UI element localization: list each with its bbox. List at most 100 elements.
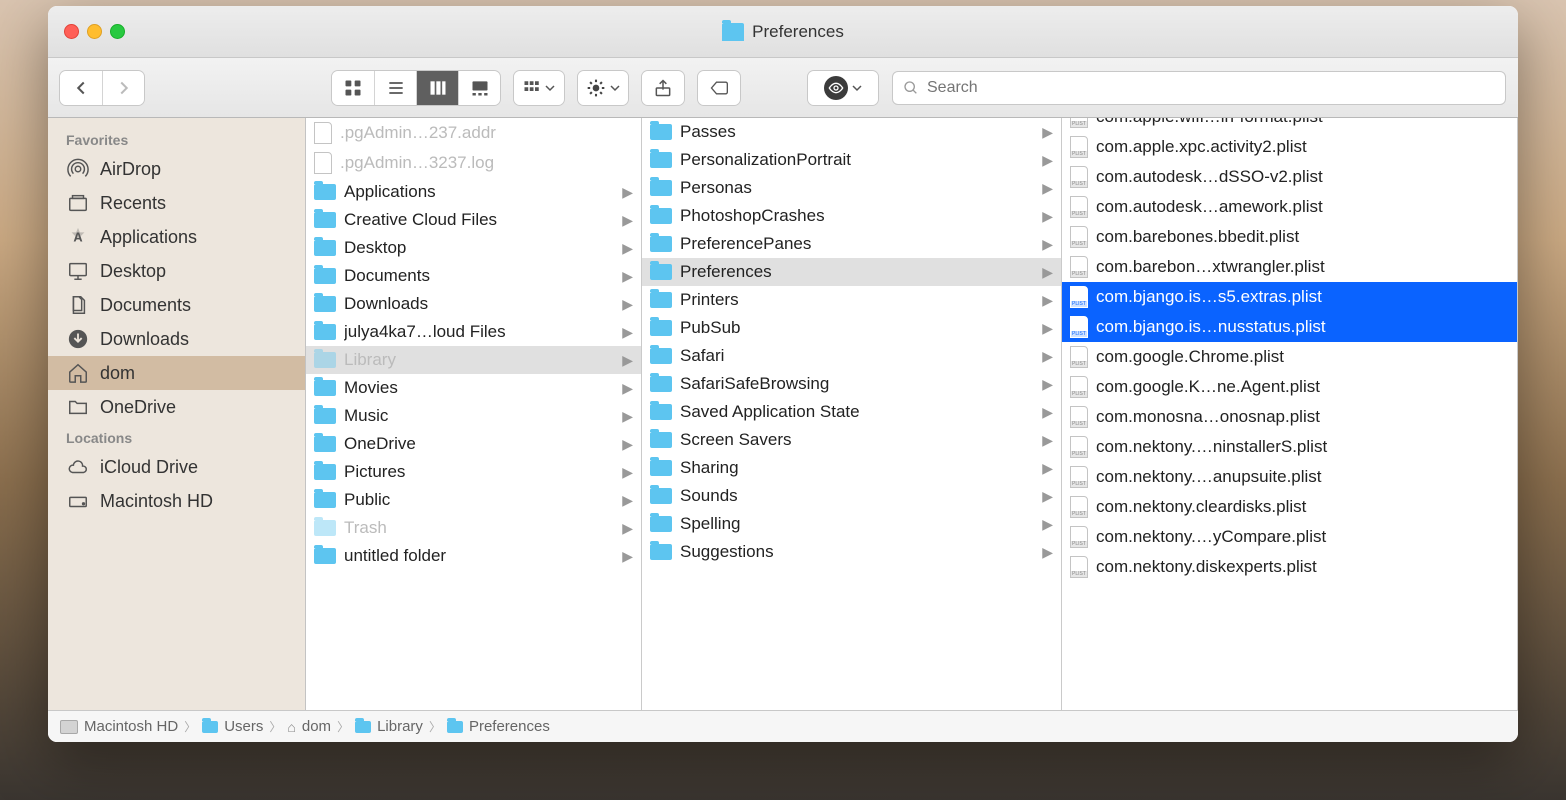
chevron-right-icon: ▶ (622, 184, 633, 201)
folder-row[interactable]: Downloads▶ (306, 290, 641, 318)
column-view-button[interactable] (416, 71, 458, 105)
folder-row[interactable]: Sounds▶ (642, 482, 1061, 510)
chevron-right-icon: ▶ (622, 380, 633, 397)
folder-row[interactable]: Library▶ (306, 346, 641, 374)
folder-row[interactable]: Spelling▶ (642, 510, 1061, 538)
file-icon (314, 152, 332, 174)
folder-row[interactable]: Suggestions▶ (642, 538, 1061, 566)
sidebar-item-applications[interactable]: AApplications (48, 220, 305, 254)
maximize-button[interactable] (110, 24, 125, 39)
folder-row[interactable]: Safari▶ (642, 342, 1061, 370)
sidebar-item-documents[interactable]: Documents (48, 288, 305, 322)
file-row[interactable]: com.google.K…ne.Agent.plist (1062, 372, 1517, 402)
path-crumb[interactable]: Macintosh HD (60, 718, 178, 735)
plist-file-icon (1070, 196, 1088, 218)
folder-row[interactable]: Desktop▶ (306, 234, 641, 262)
forward-button[interactable] (102, 71, 144, 105)
row-label: Documents (344, 266, 614, 286)
folder-row[interactable]: Personas▶ (642, 174, 1061, 202)
folder-row[interactable]: Applications▶ (306, 178, 641, 206)
file-row[interactable]: com.bjango.is…s5.extras.plist (1062, 282, 1517, 312)
gallery-view-button[interactable] (458, 71, 500, 105)
chevron-right-icon: ▶ (1042, 516, 1053, 533)
folder-icon (650, 432, 672, 448)
folder-row[interactable]: PreferencePanes▶ (642, 230, 1061, 258)
chevron-right-icon: ▶ (1042, 348, 1053, 365)
path-crumb[interactable]: Preferences (447, 718, 550, 735)
row-label: com.monosna…onosnap.plist (1096, 407, 1509, 427)
folder-icon (66, 395, 90, 419)
share-button[interactable] (642, 71, 684, 105)
file-row[interactable]: com.monosna…onosnap.plist (1062, 402, 1517, 432)
path-crumb[interactable]: Users (202, 718, 263, 735)
icon-view-button[interactable] (332, 71, 374, 105)
row-label: Desktop (344, 238, 614, 258)
file-row[interactable]: com.nektony.cleardisks.plist (1062, 492, 1517, 522)
file-row[interactable]: com.barebon…xtwrangler.plist (1062, 252, 1517, 282)
folder-row[interactable]: Saved Application State▶ (642, 398, 1061, 426)
action-button[interactable] (578, 71, 628, 105)
sidebar-item-desktop[interactable]: Desktop (48, 254, 305, 288)
file-row[interactable]: com.nektony.…anupsuite.plist (1062, 462, 1517, 492)
list-view-button[interactable] (374, 71, 416, 105)
plist-file-icon (1070, 526, 1088, 548)
search-field[interactable] (892, 71, 1506, 105)
file-row[interactable]: com.autodesk…dSSO-v2.plist (1062, 162, 1517, 192)
file-row[interactable]: com.nektony.diskexperts.plist (1062, 552, 1517, 582)
folder-row[interactable]: Documents▶ (306, 262, 641, 290)
folder-icon (650, 516, 672, 532)
file-row[interactable]: com.autodesk…amework.plist (1062, 192, 1517, 222)
sidebar-item-recents[interactable]: Recents (48, 186, 305, 220)
folder-row[interactable]: Preferences▶ (642, 258, 1061, 286)
folder-row[interactable]: Public▶ (306, 486, 641, 514)
file-row[interactable]: .pgAdmin…237.addr (306, 118, 641, 148)
back-button[interactable] (60, 71, 102, 105)
folder-row[interactable]: julya4ka7…loud Files▶ (306, 318, 641, 346)
sidebar-item-onedrive[interactable]: OneDrive (48, 390, 305, 424)
chevron-right-icon: ▶ (622, 492, 633, 509)
file-row[interactable]: com.barebones.bbedit.plist (1062, 222, 1517, 252)
search-input[interactable] (927, 79, 1495, 97)
row-label: com.barebones.bbedit.plist (1096, 227, 1509, 247)
chevron-right-icon: ▶ (1042, 124, 1053, 141)
chevron-right-icon: ▶ (1042, 376, 1053, 393)
folder-row[interactable]: Trash▶ (306, 514, 641, 542)
sidebar-item-icloud-drive[interactable]: iCloud Drive (48, 450, 305, 484)
column-1: Passes▶PersonalizationPortrait▶Personas▶… (642, 118, 1062, 710)
path-crumb[interactable]: ⌂dom (287, 718, 331, 735)
sidebar-item-macintosh-hd[interactable]: Macintosh HD (48, 484, 305, 518)
file-row[interactable]: com.nektony.…yCompare.plist (1062, 522, 1517, 552)
arrange-button[interactable] (514, 71, 564, 105)
folder-row[interactable]: PersonalizationPortrait▶ (642, 146, 1061, 174)
sidebar-item-airdrop[interactable]: AirDrop (48, 152, 305, 186)
minimize-button[interactable] (87, 24, 102, 39)
row-label: Movies (344, 378, 614, 398)
folder-row[interactable]: OneDrive▶ (306, 430, 641, 458)
sidebar-item-dom[interactable]: dom (48, 356, 305, 390)
file-row[interactable]: com.nektony.…ninstallerS.plist (1062, 432, 1517, 462)
close-button[interactable] (64, 24, 79, 39)
folder-row[interactable]: PhotoshopCrashes▶ (642, 202, 1061, 230)
file-row[interactable]: com.apple.xpc.activity2.plist (1062, 132, 1517, 162)
folder-row[interactable]: Movies ▶ (306, 374, 641, 402)
sidebar-item-downloads[interactable]: Downloads (48, 322, 305, 356)
icloud-icon (66, 455, 90, 479)
folder-row[interactable]: Passes▶ (642, 118, 1061, 146)
file-row[interactable]: com.google.Chrome.plist (1062, 342, 1517, 372)
folder-row[interactable]: Pictures▶ (306, 458, 641, 486)
file-row[interactable]: com.apple.wifi…in-format.plist (1062, 118, 1517, 132)
folder-row[interactable]: Screen Savers▶ (642, 426, 1061, 454)
quicklook-button[interactable] (808, 71, 878, 105)
file-row[interactable]: com.bjango.is…nusstatus.plist (1062, 312, 1517, 342)
window-title: Preferences (752, 22, 844, 42)
folder-row[interactable]: SafariSafeBrowsing▶ (642, 370, 1061, 398)
folder-row[interactable]: PubSub▶ (642, 314, 1061, 342)
folder-row[interactable]: Music▶ (306, 402, 641, 430)
folder-row[interactable]: Creative Cloud Files▶ (306, 206, 641, 234)
path-crumb[interactable]: Library (355, 718, 423, 735)
folder-row[interactable]: untitled folder▶ (306, 542, 641, 570)
folder-row[interactable]: Sharing▶ (642, 454, 1061, 482)
tags-button[interactable] (698, 71, 740, 105)
folder-row[interactable]: Printers▶ (642, 286, 1061, 314)
file-row[interactable]: .pgAdmin…3237.log (306, 148, 641, 178)
